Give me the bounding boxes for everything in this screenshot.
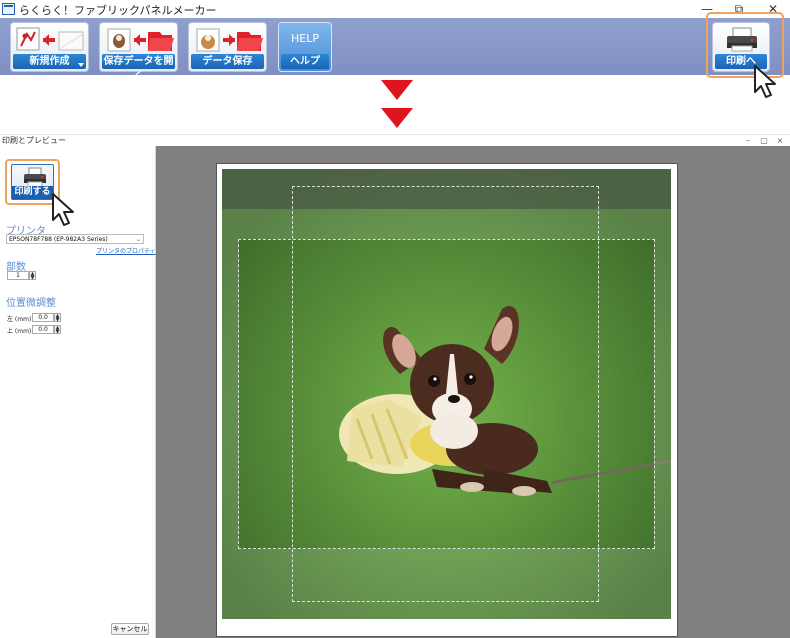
print-settings-panel: 印刷する プリンタ EPSON78F788 (EP-982A3 Series) … [0, 146, 156, 638]
help-label: ヘルプ [281, 54, 329, 69]
left-offset-stepper[interactable]: ▲ ▼ [54, 313, 61, 323]
new-button[interactable]: 新規作成 [10, 22, 89, 72]
app-icon [2, 3, 15, 15]
save-data-icon [193, 26, 263, 54]
arrow-down-icon [381, 80, 413, 100]
top-offset-label: 上 (mm) [7, 328, 32, 335]
left-offset-label: 左 (mm) [7, 316, 32, 323]
help-title: HELP [291, 32, 319, 45]
save-data-button[interactable]: データ保存 [188, 22, 267, 72]
chevron-down-icon: ⌄ [135, 236, 141, 243]
left-offset-input[interactable]: 0.0 [32, 313, 54, 322]
cancel-button[interactable]: キャンセル [111, 623, 149, 635]
new-file-icon [15, 26, 84, 54]
printer-properties-link[interactable]: プリンタのプロパティ [96, 246, 156, 255]
printer-select[interactable]: EPSON78F788 (EP-982A3 Series) ⌄ [6, 234, 144, 244]
preview-titlebar: 印刷とプレビュー – ▢ × [0, 134, 790, 146]
copies-stepper[interactable]: ▲ ▼ [29, 271, 36, 281]
position-section-title: 位置微調整 [6, 298, 56, 309]
printer-select-value: EPSON78F788 (EP-982A3 Series) [9, 236, 108, 243]
open-data-label: 保存データを開く [102, 54, 175, 82]
help-button[interactable]: HELP ヘルプ [278, 22, 332, 72]
top-offset-stepper[interactable]: ▲ ▼ [54, 325, 61, 335]
photo-preview [222, 169, 671, 619]
open-data-button[interactable]: 保存データを開く [99, 22, 178, 82]
open-data-icon [104, 26, 174, 54]
copies-input[interactable]: 1 [7, 271, 29, 280]
app-titlebar: らくらく！ファブリックパネルメーカー — ⧉ ✕ [0, 0, 790, 18]
mouse-cursor-icon [52, 193, 74, 226]
save-data-label: データ保存 [191, 54, 264, 69]
new-button-label: 新規作成 [13, 54, 86, 69]
main-toolbar: 新規作成 保存データを開く データ保存 HELP ヘルプ 印刷へ [0, 18, 790, 82]
outer-bleed-mask [654, 239, 671, 549]
panel-fold-guide [238, 239, 655, 549]
print-execute-button[interactable]: 印刷する [11, 164, 54, 200]
mouse-cursor-icon [754, 65, 776, 98]
screenshot-root: らくらく！ファブリックパネルメーカー — ⧉ ✕ 新規作成 保存データを開く デ… [0, 0, 790, 638]
outer-bleed-mask [222, 239, 239, 549]
app-title: らくらく！ファブリックパネルメーカー [19, 4, 217, 17]
paper-preview [216, 163, 678, 637]
print-execute-label: 印刷する [12, 186, 53, 199]
chevron-down-icon [78, 63, 84, 67]
top-offset-input[interactable]: 0.0 [32, 325, 54, 334]
arrow-down-icon [381, 108, 413, 128]
print-preview-area [156, 146, 790, 638]
